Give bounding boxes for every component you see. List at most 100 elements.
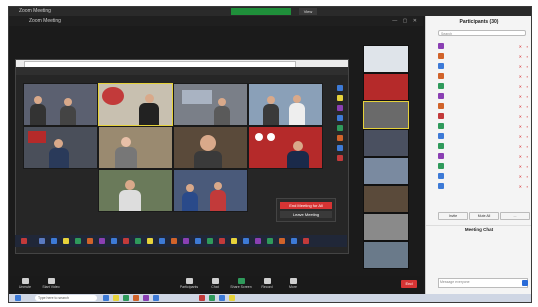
app-icon[interactable] (147, 238, 153, 244)
gallery-tile[interactable] (363, 45, 409, 73)
video-tile[interactable] (173, 169, 248, 212)
participant-row[interactable]: ✕ ▪ (438, 172, 528, 181)
app-icon[interactable] (135, 238, 141, 244)
participant-row[interactable]: ✕ ▪ (438, 72, 528, 81)
gallery-tile[interactable] (363, 185, 409, 213)
app-icon[interactable] (255, 238, 261, 244)
chat-button[interactable]: Chat (203, 278, 227, 289)
video-tile[interactable] (248, 126, 323, 169)
video-tile[interactable] (248, 83, 323, 126)
participant-row[interactable]: ✕ ▪ (438, 142, 528, 151)
view-button[interactable]: View (299, 8, 317, 15)
share-screen-button[interactable]: Share Screen (229, 278, 253, 289)
app-icon[interactable] (209, 295, 215, 301)
unmute-button[interactable]: Unmute (13, 278, 37, 289)
invite-button[interactable]: Invite (438, 212, 468, 220)
participant-row[interactable]: ✕ ▪ (438, 92, 528, 101)
inner-taskbar (15, 235, 347, 247)
participant-row[interactable]: ✕ ▪ (438, 152, 528, 161)
app-icon[interactable] (133, 295, 139, 301)
mic-muted-icon: ✕ (518, 174, 522, 179)
app-icon[interactable] (103, 295, 109, 301)
app-icon[interactable] (171, 238, 177, 244)
app-icon[interactable] (231, 238, 237, 244)
start-video-button[interactable]: Start Video (39, 278, 63, 289)
video-tile[interactable] (173, 83, 248, 126)
app-icon[interactable] (267, 238, 273, 244)
record-button[interactable]: Record (255, 278, 279, 289)
windows-start-icon[interactable] (15, 295, 21, 301)
more-options-button[interactable]: ... (500, 212, 530, 220)
app-icon[interactable] (337, 135, 343, 141)
participants-search-input[interactable]: Search (438, 30, 526, 36)
window-controls[interactable]: — ▢ ✕ (392, 18, 419, 24)
participants-button[interactable]: Participants (177, 278, 201, 289)
app-icon[interactable] (199, 295, 205, 301)
recording-banner[interactable] (231, 8, 291, 15)
end-meeting-for-all-button[interactable]: End Meeting for All (280, 202, 332, 209)
participant-row[interactable]: ✕ ▪ (438, 122, 528, 131)
video-tile[interactable] (23, 83, 98, 126)
app-icon[interactable] (219, 238, 225, 244)
app-icon[interactable] (51, 238, 57, 244)
chat-input[interactable]: Message everyone (438, 278, 528, 288)
gallery-tile[interactable] (363, 129, 409, 157)
participant-row[interactable]: ✕ ▪ (438, 62, 528, 71)
participant-row[interactable]: ✕ ▪ (438, 112, 528, 121)
app-icon[interactable] (337, 155, 343, 161)
video-tile[interactable] (98, 169, 173, 212)
app-icon[interactable] (279, 238, 285, 244)
app-icon[interactable] (337, 105, 343, 111)
app-icon[interactable] (219, 295, 225, 301)
app-icon[interactable] (63, 238, 69, 244)
app-icon[interactable] (337, 85, 343, 91)
app-icon[interactable] (207, 238, 213, 244)
participant-row[interactable]: ✕ ▪ (438, 82, 528, 91)
app-icon[interactable] (229, 295, 235, 301)
app-icon[interactable] (153, 295, 159, 301)
avatar (438, 73, 444, 79)
taskbar-search-input[interactable]: Type here to search (35, 295, 97, 301)
app-icon[interactable] (123, 238, 129, 244)
video-tile[interactable] (173, 126, 248, 169)
participant-row[interactable]: ✕ ▪ (438, 162, 528, 171)
video-tile[interactable] (98, 126, 173, 169)
app-icon[interactable] (337, 125, 343, 131)
participant-row[interactable]: ✕ ▪ (438, 42, 528, 51)
participant-row[interactable]: ✕ ▪ (438, 52, 528, 61)
app-icon[interactable] (113, 295, 119, 301)
end-button[interactable]: End (401, 280, 417, 288)
video-tile[interactable] (23, 126, 98, 169)
app-icon[interactable] (243, 238, 249, 244)
video-tile-active[interactable] (98, 83, 173, 126)
gallery-tile-active[interactable] (363, 101, 409, 129)
gallery-tile[interactable] (363, 213, 409, 241)
start-icon[interactable] (21, 238, 27, 244)
leave-meeting-button[interactable]: Leave Meeting (280, 211, 332, 218)
participant-row[interactable]: ✕ ▪ (438, 182, 528, 191)
gallery-tile[interactable] (363, 73, 409, 101)
app-icon[interactable] (183, 238, 189, 244)
app-icon[interactable] (159, 238, 165, 244)
participant-row[interactable]: ✕ ▪ (438, 132, 528, 141)
app-icon[interactable] (195, 238, 201, 244)
app-icon[interactable] (39, 238, 45, 244)
app-icon[interactable] (143, 295, 149, 301)
app-icon[interactable] (337, 95, 343, 101)
app-icon[interactable] (303, 238, 309, 244)
mute-all-button[interactable]: Mute All (469, 212, 499, 220)
app-icon[interactable] (87, 238, 93, 244)
more-button[interactable]: More (281, 278, 305, 289)
send-icon[interactable] (522, 280, 528, 286)
app-icon[interactable] (337, 145, 343, 151)
participant-row[interactable]: ✕ ▪ (438, 102, 528, 111)
app-icon[interactable] (75, 238, 81, 244)
app-icon[interactable] (291, 238, 297, 244)
app-icon[interactable] (99, 238, 105, 244)
app-icon[interactable] (123, 295, 129, 301)
participant-head (214, 182, 222, 190)
gallery-tile[interactable] (363, 241, 409, 269)
app-icon[interactable] (111, 238, 117, 244)
app-icon[interactable] (337, 115, 343, 121)
gallery-tile[interactable] (363, 157, 409, 185)
